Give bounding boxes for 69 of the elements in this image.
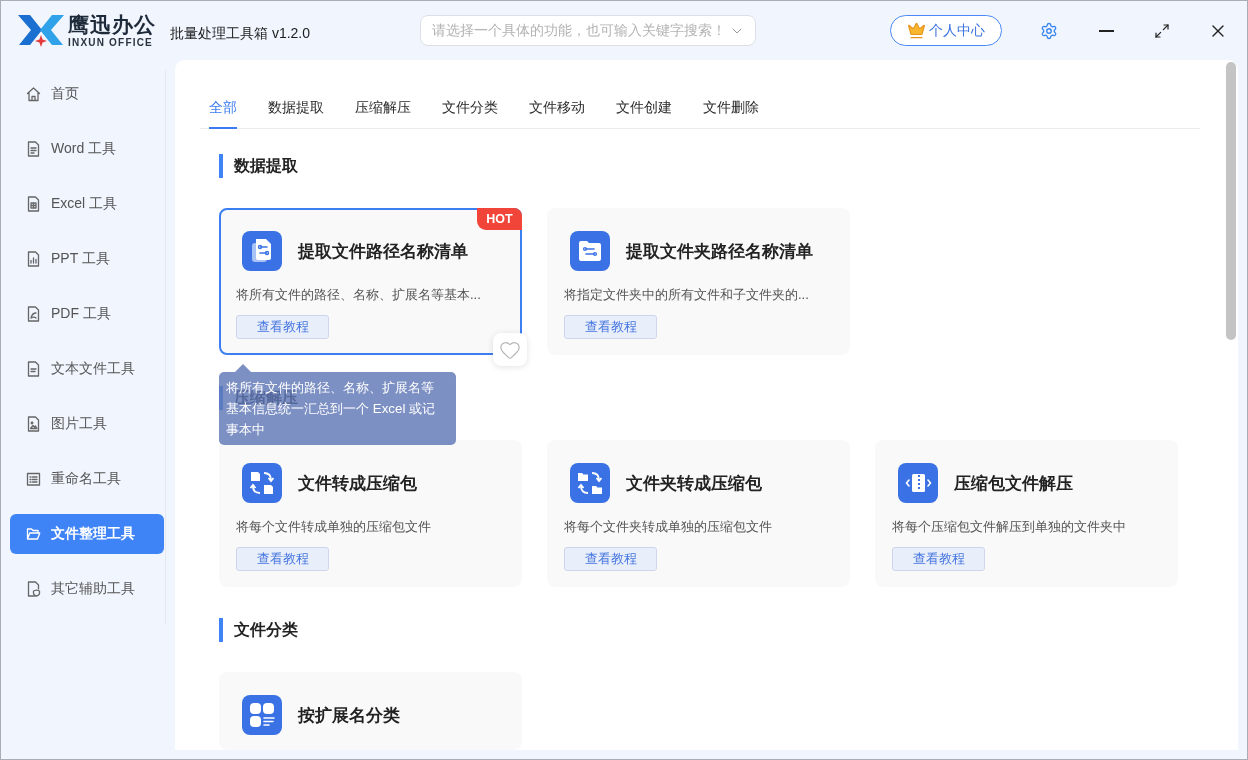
- logo-icon: [18, 12, 64, 49]
- sidebar-item[interactable]: 文件整理工具: [10, 514, 164, 554]
- folder-list-icon: [570, 231, 610, 271]
- folder-open-icon: [26, 526, 41, 542]
- tool-card[interactable]: 文件夹转成压缩包 将每个文件夹转成单独的压缩包文件 查看教程: [547, 440, 850, 587]
- sidebar-item[interactable]: 图片工具: [10, 404, 164, 444]
- tutorial-button[interactable]: 查看教程: [236, 315, 329, 339]
- zip-file-icon: [898, 463, 938, 503]
- card-title: 按扩展名分类: [298, 704, 400, 727]
- sidebar-item[interactable]: Word 工具: [10, 129, 164, 169]
- text-file-icon: [26, 361, 41, 377]
- account-button[interactable]: 个人中心: [890, 15, 1003, 46]
- card-description: 将每个压缩包文件解压到单独的文件夹中: [892, 518, 1126, 536]
- document-lines-icon: [26, 141, 41, 157]
- card-title: 文件夹转成压缩包: [626, 472, 762, 495]
- grid-file-icon: [26, 196, 41, 212]
- section-heading: 文件分类: [219, 618, 1200, 642]
- tutorial-button[interactable]: 查看教程: [564, 547, 657, 571]
- card-description: 将每个文件转成单独的压缩包文件: [236, 518, 431, 536]
- sidebar-item[interactable]: PPT 工具: [10, 239, 164, 279]
- tool-card[interactable]: 按扩展名分类: [219, 672, 522, 750]
- app-title: 批量处理工具箱 v1.2.0: [170, 24, 311, 43]
- maximize-icon: [1154, 22, 1171, 39]
- tutorial-button[interactable]: 查看教程: [236, 547, 329, 571]
- curve-file-icon: [26, 306, 41, 322]
- logo-subtitle: INXUN OFFICE: [68, 36, 154, 48]
- list-icon: [26, 471, 41, 487]
- folder-swap-icon: [570, 463, 610, 503]
- tab[interactable]: 文件移动: [529, 97, 585, 129]
- card-description: 将指定文件夹中的所有文件和子文件夹的...: [564, 286, 809, 304]
- sidebar-item[interactable]: 文本文件工具: [10, 349, 164, 389]
- tab[interactable]: 全部: [209, 97, 237, 129]
- tab[interactable]: 文件创建: [616, 97, 672, 129]
- scrollbar-thumb[interactable]: [1226, 62, 1236, 340]
- card-description: 将每个文件夹转成单独的压缩包文件: [564, 518, 772, 536]
- card-title: 提取文件夹路径名称清单: [626, 240, 813, 263]
- tool-card[interactable]: 压缩包文件解压 将每个压缩包文件解压到单独的文件夹中 查看教程: [875, 440, 1178, 587]
- settings-icon: [1040, 21, 1059, 40]
- file-swap-icon: [242, 463, 282, 503]
- tool-card[interactable]: 文件转成压缩包 将每个文件转成单独的压缩包文件 查看教程: [219, 440, 522, 587]
- sidebar-item[interactable]: PDF 工具: [10, 294, 164, 334]
- tutorial-button[interactable]: 查看教程: [892, 547, 985, 571]
- tool-card[interactable]: HOT 提取文件路径名称清单 将所有文件的路径、名称、扩展名等基本... 查看教程: [219, 208, 522, 355]
- card-title: 文件转成压缩包: [298, 472, 417, 495]
- card-title: 压缩包文件解压: [954, 472, 1073, 495]
- tab[interactable]: 文件分类: [442, 97, 498, 129]
- crown-icon: [907, 21, 927, 40]
- document-list-icon: [242, 231, 282, 271]
- tutorial-button[interactable]: 查看教程: [564, 315, 657, 339]
- grid-list-icon: [242, 695, 282, 735]
- tab[interactable]: 文件删除: [703, 97, 759, 129]
- tab[interactable]: 压缩解压: [355, 97, 411, 129]
- card-description: 将所有文件的路径、名称、扩展名等基本...: [236, 286, 481, 304]
- chart-file-icon: [26, 251, 41, 267]
- sidebar-item[interactable]: 重命名工具: [10, 459, 164, 499]
- shield-file-icon: [26, 581, 41, 597]
- tab[interactable]: 数据提取: [268, 97, 324, 129]
- tool-card[interactable]: 提取文件夹路径名称清单 将指定文件夹中的所有文件和子文件夹的... 查看教程: [547, 208, 850, 355]
- home-icon: [26, 86, 41, 102]
- search-field[interactable]: 请选择一个具体的功能，也可输入关键字搜索！: [420, 15, 757, 46]
- image-file-icon: [26, 416, 41, 432]
- sidebar-item[interactable]: 首页: [10, 74, 164, 114]
- hot-badge: HOT: [477, 208, 522, 230]
- card-title: 提取文件路径名称清单: [298, 240, 468, 263]
- minimize-icon: [1098, 29, 1114, 32]
- sidebar-item[interactable]: Excel 工具: [10, 184, 164, 224]
- logo-name: 鹰迅办公: [68, 13, 156, 36]
- section-heading: 数据提取: [219, 154, 1200, 178]
- sidebar-item[interactable]: 其它辅助工具: [10, 569, 164, 609]
